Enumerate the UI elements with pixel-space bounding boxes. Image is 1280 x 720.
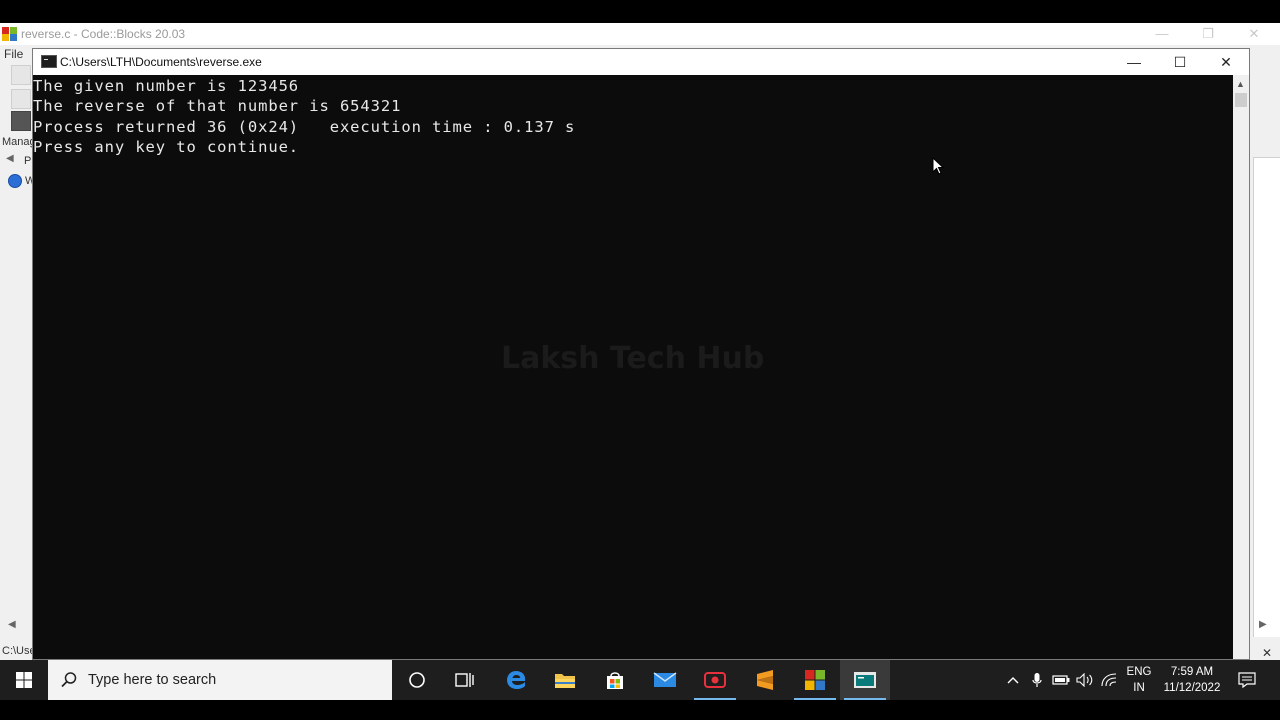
sublime-text-icon bbox=[757, 670, 773, 690]
mail-icon bbox=[653, 672, 677, 687]
console-taskbar-button[interactable] bbox=[840, 660, 890, 700]
codeblocks-minimize-button[interactable]: — bbox=[1152, 26, 1172, 41]
console-window: C:\Users\LTH\Documents\reverse.exe — ☐ ✕… bbox=[32, 48, 1250, 660]
language-region: IN bbox=[1133, 682, 1145, 694]
console-minimize-button[interactable]: — bbox=[1111, 49, 1157, 75]
codeblocks-icon bbox=[805, 670, 825, 690]
hscroll-left-icon[interactable]: ◀ bbox=[8, 619, 16, 630]
new-file-toolbar-button[interactable] bbox=[11, 65, 31, 85]
codeblocks-taskbar-button[interactable] bbox=[790, 660, 840, 700]
windows-logo-icon bbox=[16, 672, 32, 688]
scroll-up-icon[interactable]: ▲ bbox=[1236, 79, 1245, 89]
console-maximize-button[interactable]: ☐ bbox=[1157, 49, 1203, 75]
taskbar-clock[interactable]: 7:59 AM 11/12/2022 bbox=[1158, 664, 1226, 696]
abort-toolbar-button[interactable] bbox=[11, 111, 31, 131]
console-line-4: Press any key to continue. bbox=[33, 138, 300, 156]
toolbar-button[interactable] bbox=[11, 89, 31, 109]
microphone-button[interactable] bbox=[1026, 660, 1048, 700]
language-indicator[interactable]: ENG IN bbox=[1122, 664, 1156, 696]
console-line-2: The reverse of that number is 654321 bbox=[33, 97, 402, 115]
tree-scroll-left-icon[interactable]: ◀ bbox=[6, 153, 14, 164]
taskbar-search-box[interactable]: Type here to search bbox=[48, 660, 392, 700]
console-app-icon bbox=[41, 55, 57, 68]
clock-time: 7:59 AM bbox=[1170, 666, 1214, 678]
letterbox-top bbox=[0, 0, 1280, 23]
codeblocks-titlebar: reverse.c - Code::Blocks 20.03 — ❐ ✕ bbox=[0, 23, 1280, 45]
edge-icon bbox=[507, 671, 526, 689]
letterbox-bottom bbox=[0, 700, 1280, 720]
console-titlebar: C:\Users\LTH\Documents\reverse.exe — ☐ ✕ bbox=[33, 49, 1249, 75]
chevron-up-icon bbox=[1007, 677, 1019, 684]
console-icon bbox=[854, 672, 876, 688]
clock-date: 11/12/2022 bbox=[1163, 682, 1221, 694]
wifi-icon bbox=[1101, 673, 1117, 687]
language-code: ENG bbox=[1126, 666, 1152, 678]
task-view-button[interactable] bbox=[440, 660, 490, 700]
cortana-button[interactable] bbox=[392, 660, 442, 700]
microphone-icon bbox=[1032, 673, 1042, 687]
notifications-icon bbox=[1238, 672, 1256, 688]
console-line-3: Process returned 36 (0x24) execution tim… bbox=[33, 118, 576, 136]
logs-close-icon[interactable]: ✕ bbox=[1262, 646, 1272, 660]
edge-button[interactable] bbox=[491, 660, 541, 700]
action-center-button[interactable] bbox=[1230, 660, 1264, 700]
search-placeholder: Type here to search bbox=[88, 672, 217, 688]
file-explorer-icon bbox=[555, 674, 575, 688]
taskbar: Type here to search ENG IN 7:59 AM 11/12… bbox=[0, 660, 1280, 700]
editor-panel bbox=[1253, 157, 1280, 637]
status-bar-path: C:\Users\LTH\Documents\reverse.c bbox=[2, 645, 33, 657]
menu-file[interactable]: File bbox=[4, 47, 23, 61]
codeblocks-restore-button[interactable]: ❐ bbox=[1198, 26, 1218, 42]
sublime-text-button[interactable] bbox=[740, 660, 790, 700]
scroll-thumb[interactable] bbox=[1235, 93, 1247, 107]
console-title: C:\Users\LTH\Documents\reverse.exe bbox=[60, 55, 262, 69]
codeblocks-logo-icon bbox=[2, 27, 17, 41]
store-icon bbox=[607, 672, 623, 689]
hscroll-right-icon[interactable]: ▶ bbox=[1259, 619, 1267, 630]
file-explorer-button[interactable] bbox=[540, 660, 590, 700]
watermark: Laksh Tech Hub bbox=[501, 341, 765, 376]
store-button[interactable] bbox=[590, 660, 640, 700]
tray-overflow-button[interactable] bbox=[1002, 660, 1024, 700]
management-tab[interactable]: Management bbox=[2, 136, 33, 148]
codeblocks-title: reverse.c - Code::Blocks 20.03 bbox=[21, 27, 186, 41]
volume-button[interactable] bbox=[1074, 660, 1096, 700]
search-icon bbox=[61, 672, 77, 688]
console-output[interactable]: The given number is 123456 The reverse o… bbox=[33, 75, 1233, 659]
cortana-icon bbox=[409, 672, 425, 688]
console-scrollbar[interactable]: ▲ bbox=[1233, 75, 1249, 659]
codeblocks-close-button[interactable]: ✕ bbox=[1244, 26, 1264, 42]
console-close-button[interactable]: ✕ bbox=[1203, 49, 1249, 75]
start-button[interactable] bbox=[0, 660, 48, 700]
mail-button[interactable] bbox=[640, 660, 690, 700]
codeblocks-left-panel bbox=[0, 63, 33, 663]
screen-recorder-button[interactable] bbox=[690, 660, 740, 700]
volume-icon bbox=[1076, 673, 1093, 687]
task-view-icon bbox=[455, 673, 474, 687]
screen-recorder-icon bbox=[704, 672, 726, 688]
console-line-1: The given number is 123456 bbox=[33, 77, 300, 95]
battery-button[interactable] bbox=[1050, 660, 1072, 700]
network-button[interactable] bbox=[1098, 660, 1120, 700]
battery-icon bbox=[1052, 675, 1070, 685]
workspace-icon bbox=[8, 174, 22, 188]
